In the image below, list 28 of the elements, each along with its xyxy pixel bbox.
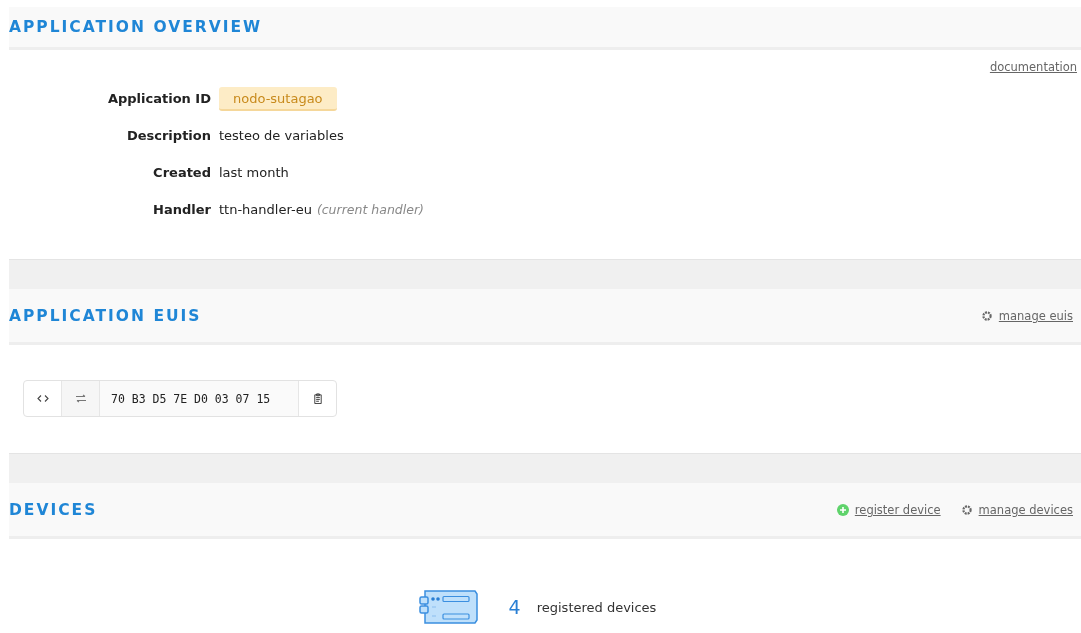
field-value: ttn-handler-eu: [219, 202, 312, 217]
eui-value: 70 B3 D5 7E D0 03 07 15: [100, 381, 300, 416]
device-count: 4: [508, 596, 521, 618]
field-label: Description: [125, 128, 211, 143]
swap-icon: [74, 393, 87, 404]
field-label: Application ID: [106, 91, 211, 106]
field-label: Created: [152, 165, 211, 180]
section-title: APPLICATION OVERVIEW: [9, 18, 263, 36]
action-link[interactable]: manage devices: [978, 502, 1073, 517]
field-value: last month: [219, 165, 289, 180]
field-label: Handler: [152, 202, 211, 217]
add-icon: [836, 503, 849, 516]
field-note: (current handler): [316, 202, 424, 217]
device-count-label: registered devices: [536, 599, 657, 615]
section-title: APPLICATION EUIS: [9, 306, 202, 325]
documentation-link[interactable]: documentation: [989, 60, 1077, 80]
action-link[interactable]: register device: [854, 502, 941, 517]
device-board-icon: [418, 589, 479, 625]
swap-button[interactable]: [62, 381, 100, 416]
application-id-badge: nodo-sutagao: [219, 86, 337, 111]
clipboard-icon: [311, 393, 324, 404]
settings-icon: [960, 503, 973, 516]
settings-icon: [980, 309, 993, 322]
action-link[interactable]: manage euis: [998, 308, 1073, 323]
field-value: testeo de variables: [219, 128, 344, 143]
section-title: DEVICES: [9, 500, 98, 519]
code-icon: [36, 393, 49, 404]
eui-field[interactable]: 70 B3 D5 7E D0 03 07 15: [23, 380, 338, 417]
